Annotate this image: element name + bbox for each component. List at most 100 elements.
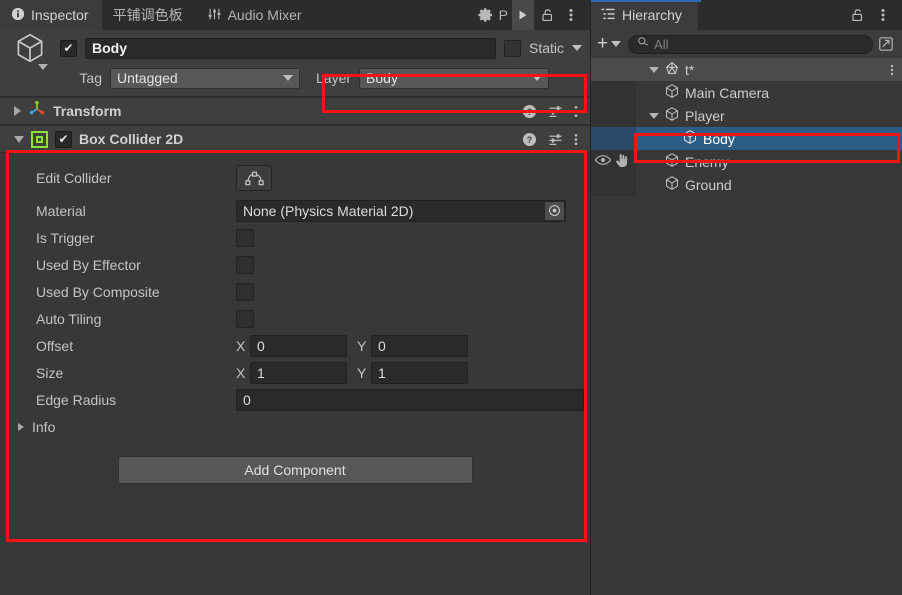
audio-mixer-icon (207, 7, 222, 24)
preset-settings-icon[interactable] (548, 104, 563, 119)
edge-radius-input[interactable]: 0 (236, 388, 584, 411)
collapse-triangle-icon[interactable] (649, 112, 659, 119)
used-by-effector-checkbox[interactable] (236, 255, 254, 274)
kebab-menu-icon[interactable] (872, 0, 894, 30)
tag-label: Tag (79, 70, 102, 86)
material-object-field[interactable]: None (Physics Material 2D) (236, 199, 566, 222)
hierarchy-row-ground[interactable]: Ground (591, 173, 902, 196)
search-filter-button[interactable] (876, 34, 896, 54)
create-chevron-down-icon[interactable] (611, 41, 622, 47)
expand-triangle-icon[interactable] (18, 422, 24, 431)
kebab-menu-icon[interactable] (890, 63, 902, 77)
kebab-menu-icon[interactable] (560, 0, 582, 30)
project-settings-label[interactable]: P (499, 7, 510, 23)
lock-icon[interactable] (846, 0, 868, 30)
help-icon[interactable]: ? (522, 132, 537, 147)
gameobject-name-value: Body (92, 40, 127, 56)
object-picker-icon[interactable] (545, 201, 564, 220)
row-label: Main Camera (685, 84, 770, 101)
static-label: Static (528, 40, 564, 56)
material-label: Material (36, 202, 86, 219)
size-x-input[interactable]: 1 (250, 361, 347, 384)
visibility-eye-icon[interactable] (594, 153, 612, 170)
gameobject-enabled-checkbox[interactable] (60, 39, 77, 57)
offset-x-group: X 0 (236, 334, 347, 357)
hierarchy-row-body[interactable]: Body (591, 127, 902, 150)
row-label: Ground (685, 176, 732, 193)
hierarchy-row-main-camera[interactable]: Main Camera (591, 81, 902, 104)
component-header-transform[interactable]: Transform ? (0, 97, 590, 125)
hierarchy-row-player[interactable]: Player (591, 104, 902, 127)
size-y-value: 1 (378, 364, 386, 381)
hierarchy-panel: Hierarchy + All t* Main Camera Player Bo… (591, 0, 902, 595)
edge-radius-label: Edge Radius (36, 391, 117, 408)
auto-tiling-checkbox[interactable] (236, 309, 254, 328)
gameobject-cube-icon (664, 152, 680, 171)
collapse-triangle-icon[interactable] (14, 135, 24, 143)
used-by-composite-checkbox[interactable] (236, 282, 254, 301)
add-component-button[interactable]: Add Component (117, 456, 473, 484)
component-title: Box Collider 2D (79, 131, 184, 147)
svg-text:?: ? (527, 134, 532, 144)
row-label: t* (685, 61, 695, 78)
create-button[interactable]: + (597, 34, 608, 55)
tag-layer-row: Tag Untagged Layer Body (8, 67, 582, 89)
component-enabled-checkbox[interactable] (55, 130, 72, 148)
gameobject-name-input[interactable]: Body (85, 37, 496, 59)
tab-label: Audio Mixer (227, 7, 302, 23)
static-checkbox[interactable] (503, 39, 521, 57)
row-is-trigger: Is Trigger (0, 224, 590, 251)
is-trigger-label: Is Trigger (36, 229, 95, 246)
edit-collider-button[interactable] (236, 165, 272, 191)
play-arrow-icon[interactable] (512, 0, 534, 30)
box-collider-2d-properties: Edit Collider Material None (Physics Mat… (0, 153, 590, 444)
tab-hierarchy[interactable]: Hierarchy (591, 0, 698, 30)
row-content: Main Camera (636, 81, 902, 104)
inspector-tabbar: Inspector 平铺调色板 Audio Mixer P (0, 0, 590, 30)
search-input[interactable]: All (628, 34, 873, 54)
kebab-menu-icon[interactable] (574, 104, 578, 119)
collapse-triangle-icon[interactable] (649, 66, 659, 73)
offset-label: Offset (36, 337, 74, 354)
size-x-value: 1 (257, 364, 265, 381)
row-gutter (591, 81, 636, 104)
row-content: t* (591, 58, 902, 81)
kebab-menu-icon[interactable] (574, 132, 578, 147)
unity-editor-window: Inspector 平铺调色板 Audio Mixer P ✔ Body Sta… (0, 0, 902, 595)
layer-dropdown[interactable]: Body (359, 67, 550, 89)
tag-dropdown[interactable]: Untagged (110, 67, 300, 89)
is-trigger-checkbox[interactable] (236, 228, 254, 247)
edge-radius-value: 0 (243, 391, 251, 408)
row-used-by-effector: Used By Effector (0, 251, 590, 278)
tab-inspector[interactable]: Inspector (0, 0, 102, 30)
hierarchy-toolbar: + All (591, 30, 902, 58)
row-info[interactable]: Info (0, 413, 590, 440)
offset-y-value: 0 (378, 337, 386, 354)
chevron-down-icon[interactable] (38, 64, 48, 70)
gear-icon[interactable] (475, 0, 497, 30)
offset-x-input[interactable]: 0 (250, 334, 347, 357)
tab-tile-palette[interactable]: 平铺调色板 (102, 0, 196, 30)
lock-icon[interactable] (536, 0, 558, 30)
box-collider-2d-icon (31, 130, 48, 148)
hierarchy-row-enemy[interactable]: Enemy (591, 150, 902, 173)
static-chevron-down-icon[interactable] (572, 45, 582, 51)
tab-audio-mixer[interactable]: Audio Mixer (196, 0, 315, 30)
gameobject-cube-icon[interactable] (8, 31, 52, 70)
row-gutter (591, 127, 636, 150)
help-icon[interactable]: ? (522, 104, 537, 119)
size-y-input[interactable]: 1 (371, 361, 468, 384)
expand-triangle-icon[interactable] (14, 106, 21, 116)
offset-y-input[interactable]: 0 (371, 334, 468, 357)
pickability-hand-icon[interactable] (614, 153, 629, 171)
preset-settings-icon[interactable] (548, 132, 563, 147)
row-material: Material None (Physics Material 2D) (0, 197, 590, 224)
row-gutter (591, 150, 636, 173)
row-gutter (591, 173, 636, 196)
component-header-box-collider-2d[interactable]: Box Collider 2D ? (0, 125, 590, 153)
row-content: Player (636, 104, 902, 127)
gameobject-cube-icon (682, 129, 698, 148)
hierarchy-list-icon (601, 7, 616, 24)
hierarchy-row-scene[interactable]: t* (591, 58, 902, 81)
tab-label: Hierarchy (622, 7, 682, 23)
